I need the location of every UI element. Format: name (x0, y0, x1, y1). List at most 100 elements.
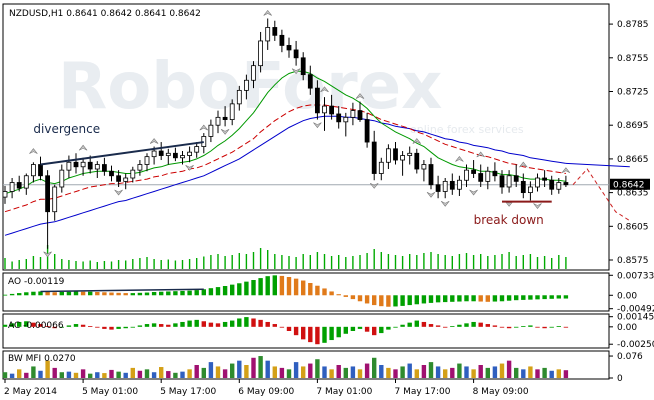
ac-bar (499, 326, 505, 328)
ao-bar (116, 292, 121, 296)
ao-bar (272, 275, 277, 296)
candle-body (286, 45, 292, 51)
ac-bar (130, 326, 135, 328)
candle-body (393, 148, 398, 161)
candle-body (506, 175, 512, 188)
ac-panel-frame (2, 313, 610, 349)
ac-bar (173, 323, 178, 327)
candle-body (194, 146, 200, 153)
ao-bar (350, 295, 356, 300)
ao-bar (549, 295, 554, 299)
mfi-bar (2, 372, 8, 378)
mfi-bar (457, 363, 462, 378)
ac-bar (407, 322, 412, 327)
mfi-bar (201, 367, 206, 378)
mfi-bar (506, 360, 512, 378)
ac-bar (293, 326, 299, 336)
mfi-bar (66, 371, 72, 378)
ao-bar (301, 280, 306, 296)
candle-body (478, 173, 484, 182)
price-panel-frame (2, 3, 610, 271)
mfi-bar (315, 359, 320, 378)
ao-bar (443, 295, 448, 303)
mfi-bar (336, 365, 341, 378)
ac-bar (471, 321, 476, 327)
price-tick-label: 0.8605 (617, 222, 649, 232)
candle-body (563, 182, 569, 186)
mfi-bar (549, 370, 554, 378)
mfi-bar (286, 369, 292, 378)
ao-bar (450, 295, 455, 302)
ao-bar (485, 295, 490, 302)
ac-bar (336, 326, 341, 338)
mfi-bar (144, 369, 150, 378)
ac-bar (435, 325, 441, 327)
mfi-panel: BW MFI 0.0270 0.076 0 (2, 350, 643, 384)
mfi-bar (159, 367, 164, 378)
candle-body (116, 175, 121, 182)
mfi-bar (230, 363, 235, 378)
ao-bar (435, 295, 441, 303)
mfi-bar (471, 369, 476, 378)
mfi-bar (180, 371, 185, 378)
ac-bar (116, 326, 121, 329)
breakdown-annotation: break down (474, 213, 544, 227)
ao-bar (66, 291, 72, 296)
mfi-bar (322, 366, 327, 378)
ao-bar (521, 295, 526, 300)
ac-bar (450, 326, 455, 327)
ac-bar (549, 326, 554, 328)
candle-body (407, 152, 413, 156)
candle-body (80, 161, 86, 168)
time-tick-label: 2 May 2014 (4, 387, 57, 397)
candle-body (456, 179, 462, 190)
ac-bar (343, 326, 348, 334)
candle-body (307, 74, 313, 89)
ac-label: AC -0.00066 (8, 321, 64, 331)
ao-bar (464, 295, 469, 302)
ao-label: AO -0.00119 (8, 277, 65, 287)
price-tick-label: 0.8755 (617, 54, 649, 64)
ac-bar (329, 326, 334, 341)
ao-bar (187, 290, 192, 296)
mfi-bar (17, 369, 22, 378)
candle-body (45, 175, 50, 213)
ao-bar (144, 292, 150, 296)
ao-bar (556, 295, 561, 299)
ac-bar (88, 326, 93, 327)
indicator-tick-label: 0 (617, 374, 623, 384)
ao-bar (102, 292, 107, 296)
candle-body (542, 177, 547, 181)
mfi-bar (265, 360, 270, 378)
ao-bar (379, 295, 384, 307)
ac-bar (109, 326, 114, 330)
ao-bar (59, 292, 64, 296)
candle-body (243, 79, 249, 91)
trading-chart: RoboForex online forex services NZDUSD,H… (2, 3, 654, 397)
candle-body (279, 34, 285, 46)
ac-bar (386, 326, 391, 330)
mfi-bar (73, 372, 79, 378)
ac-bar (514, 326, 519, 328)
candle-body (435, 184, 441, 192)
ao-bar (506, 295, 512, 301)
candle-body (2, 191, 8, 198)
candle-body (442, 180, 448, 192)
ac-bar (279, 326, 285, 328)
ao-bar (265, 276, 270, 296)
ac-bar (393, 326, 398, 328)
candle-body (151, 150, 157, 158)
ac-bar (66, 325, 72, 327)
ac-bar (478, 322, 483, 327)
ac-bar (322, 326, 327, 343)
candle-body (208, 124, 214, 137)
mfi-bar (364, 363, 370, 378)
mfi-bar (166, 371, 171, 378)
ao-bar (222, 286, 228, 296)
ao-bar (130, 293, 135, 296)
ao-bar (421, 295, 427, 304)
ao-bar (400, 295, 405, 306)
mfi-bar (485, 367, 490, 378)
time-tick-label: 7 May 17:00 (395, 387, 451, 397)
ao-bar (535, 295, 540, 300)
